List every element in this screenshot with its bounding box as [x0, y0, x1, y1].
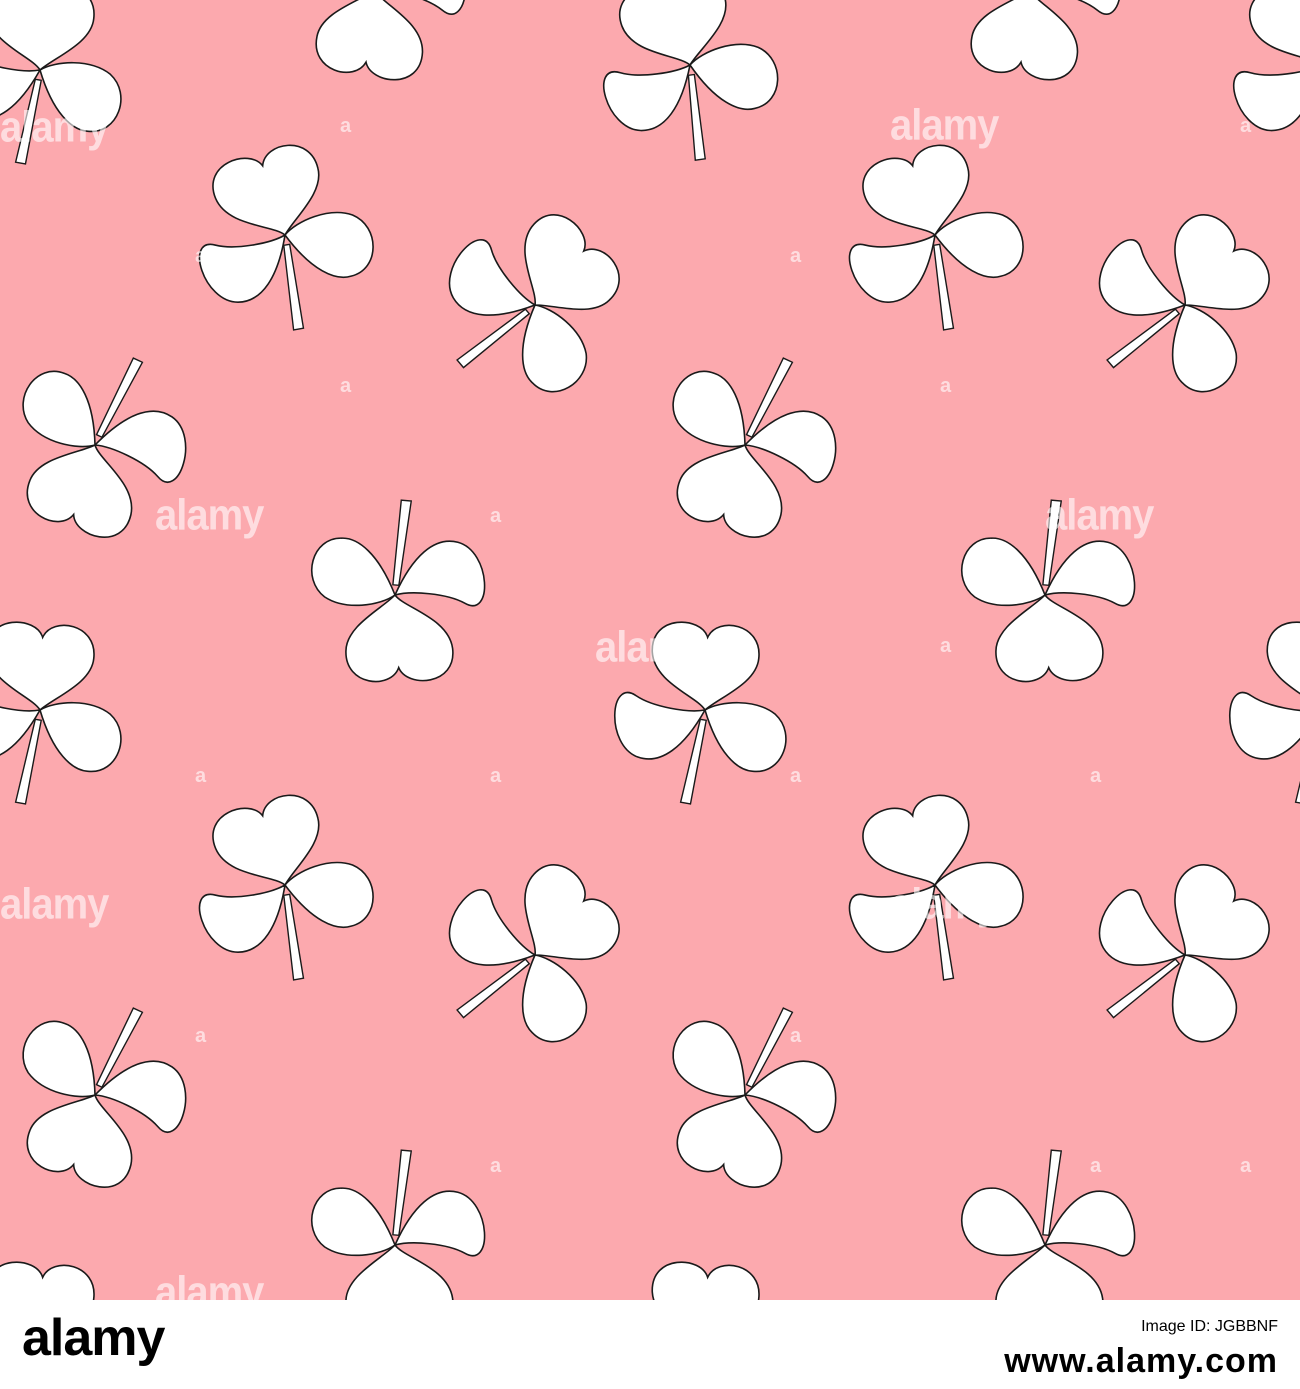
brand-logo[interactable]: alamy	[22, 1308, 165, 1368]
image-id-label: Image ID: JGBBNF	[1141, 1318, 1278, 1335]
clover-pattern-canvas	[0, 0, 1300, 1300]
image-id-url[interactable]: www.alamy.com	[1004, 1342, 1278, 1381]
pink-background	[0, 0, 1300, 1300]
footer-meta: Image ID: JGBBNF www.alamy.com	[1004, 1318, 1278, 1381]
stock-footer: alamy Image ID: JGBBNF www.alamy.com	[0, 1300, 1300, 1389]
clover-pattern: alamy alamy alamy alamy alamy alamy alam…	[0, 0, 1300, 1300]
